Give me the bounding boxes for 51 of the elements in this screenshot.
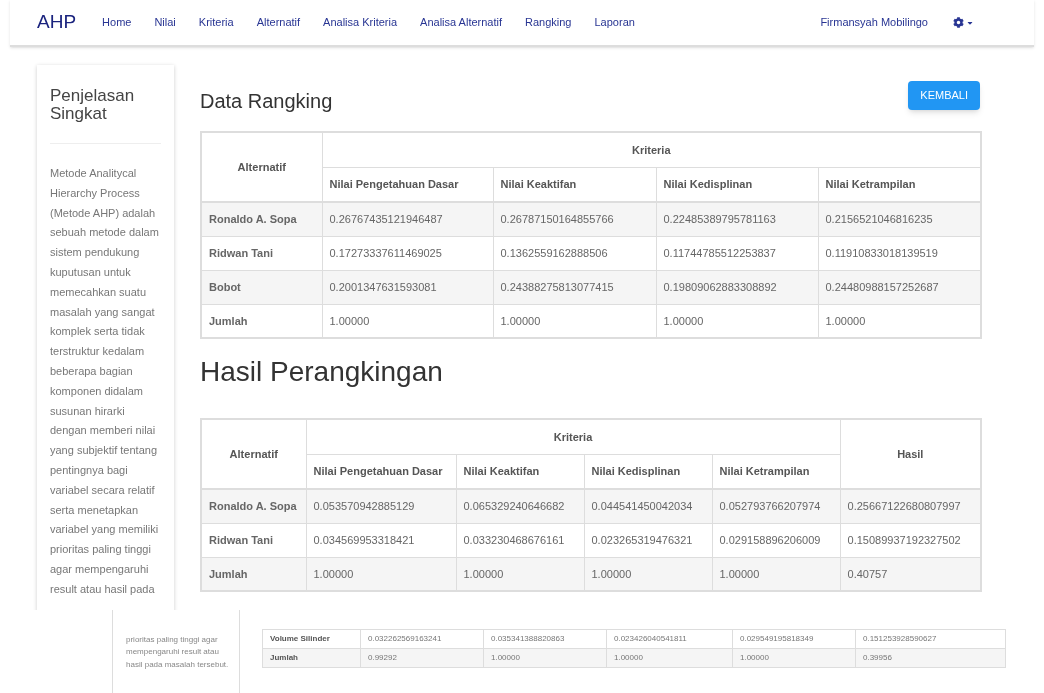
- table-cell: Bobot: [201, 270, 322, 304]
- table-cell: 0.26787150164855766: [493, 202, 656, 236]
- section-title: Data Rangking: [200, 88, 333, 114]
- nav-link[interactable]: Kriteria: [198, 14, 234, 31]
- table-cell: 0.11744785512253837: [656, 236, 818, 270]
- sidebar-paragraph: Metode Analitycal Hierarchy Process (Metode AHP) adalah sebuah metode dalam sistem pendukung kuputusan untuk memecahkan suatu masalah yang sangat komplek serta tidak terstruktur kedalam beberapa bagian komponen didalam susunan hirarki dengan memberi nilai yang subjektif tentang pentingnya bagi variabel secara relatif serta menetapkan variabel yang memiliki prioritas paling tinggi agar mempengaruhi result atau hasil pada: [50, 166, 160, 597]
- table-cell: 0.034569953318421: [306, 523, 456, 557]
- table-cell: 0.035341388820863: [483, 629, 607, 649]
- sidebar-title: Penjelasan Singkat: [50, 87, 136, 123]
- table-cell: Ronaldo A. Sopa: [201, 489, 306, 523]
- table-cell: 0.22485389795781163: [656, 202, 818, 236]
- table-cell: 0.19809062883308892: [656, 270, 818, 304]
- table-cell: 0.029158896206009: [712, 523, 841, 557]
- nav-link[interactable]: Alternatif: [256, 14, 301, 31]
- table-cell: 0.065329240646682: [456, 489, 584, 523]
- table-cell: Jumlah: [262, 648, 361, 668]
- nav-link[interactable]: Analisa Alternatif: [420, 14, 502, 31]
- table-cell: 0.1362559162888506: [493, 236, 656, 270]
- table-cell: Ridwan Tani: [201, 236, 322, 270]
- nav-link[interactable]: Laporan: [594, 14, 635, 31]
- table-cell: 1.00000: [606, 648, 733, 668]
- table-cell: 0.033230468676161: [456, 523, 584, 557]
- nav-link[interactable]: Nilai: [154, 14, 176, 31]
- table-cell: 0.39956: [855, 648, 1006, 668]
- table-cell: 0.24388275813077415: [493, 270, 656, 304]
- user-link[interactable]: Firmansyah Mobilingo: [820, 14, 928, 31]
- table-cell: 0.151253928590627: [855, 629, 1006, 649]
- table-cell: 1.00000: [732, 648, 856, 668]
- nav-link[interactable]: Analisa Kriteria: [323, 14, 398, 31]
- header-cell: Kriteria: [306, 419, 841, 454]
- table-cell: 0.029549195818349: [732, 629, 856, 649]
- settings-icon[interactable]: [953, 17, 964, 28]
- table-cell: 0.17273337611469025: [322, 236, 493, 270]
- nav-link[interactable]: Rangking: [525, 14, 572, 31]
- table-cell: 0.044541450042034: [584, 489, 712, 523]
- table-cell: 0.023265319476321: [584, 523, 712, 557]
- table-cell: 0.26767435121946487: [322, 202, 493, 236]
- table-cell: Volume Silinder: [262, 629, 361, 649]
- sidebar-paragraph: prioritas paling tinggi agar mempengaruhi result atau hasil pada masalah tersebut.: [126, 634, 230, 671]
- table-cell: 0.052793766207974: [712, 489, 841, 523]
- table-cell: 1.00000: [483, 648, 607, 668]
- section-title: Hasil Perangkingan: [200, 355, 444, 389]
- table-cell: 0.032262569163241: [360, 629, 484, 649]
- table-cell: 0.2001347631593081: [322, 270, 493, 304]
- nav-link[interactable]: Home: [102, 14, 132, 31]
- table-cell: Ridwan Tani: [201, 523, 306, 557]
- table-cell: 0.023426040541811: [606, 629, 733, 649]
- table-cell: 0.053570942885129: [306, 489, 456, 523]
- table-cell: Ronaldo A. Sopa: [201, 202, 322, 236]
- table-cell: 0.99292: [360, 648, 484, 668]
- brand-logo[interactable]: AHP: [37, 8, 77, 37]
